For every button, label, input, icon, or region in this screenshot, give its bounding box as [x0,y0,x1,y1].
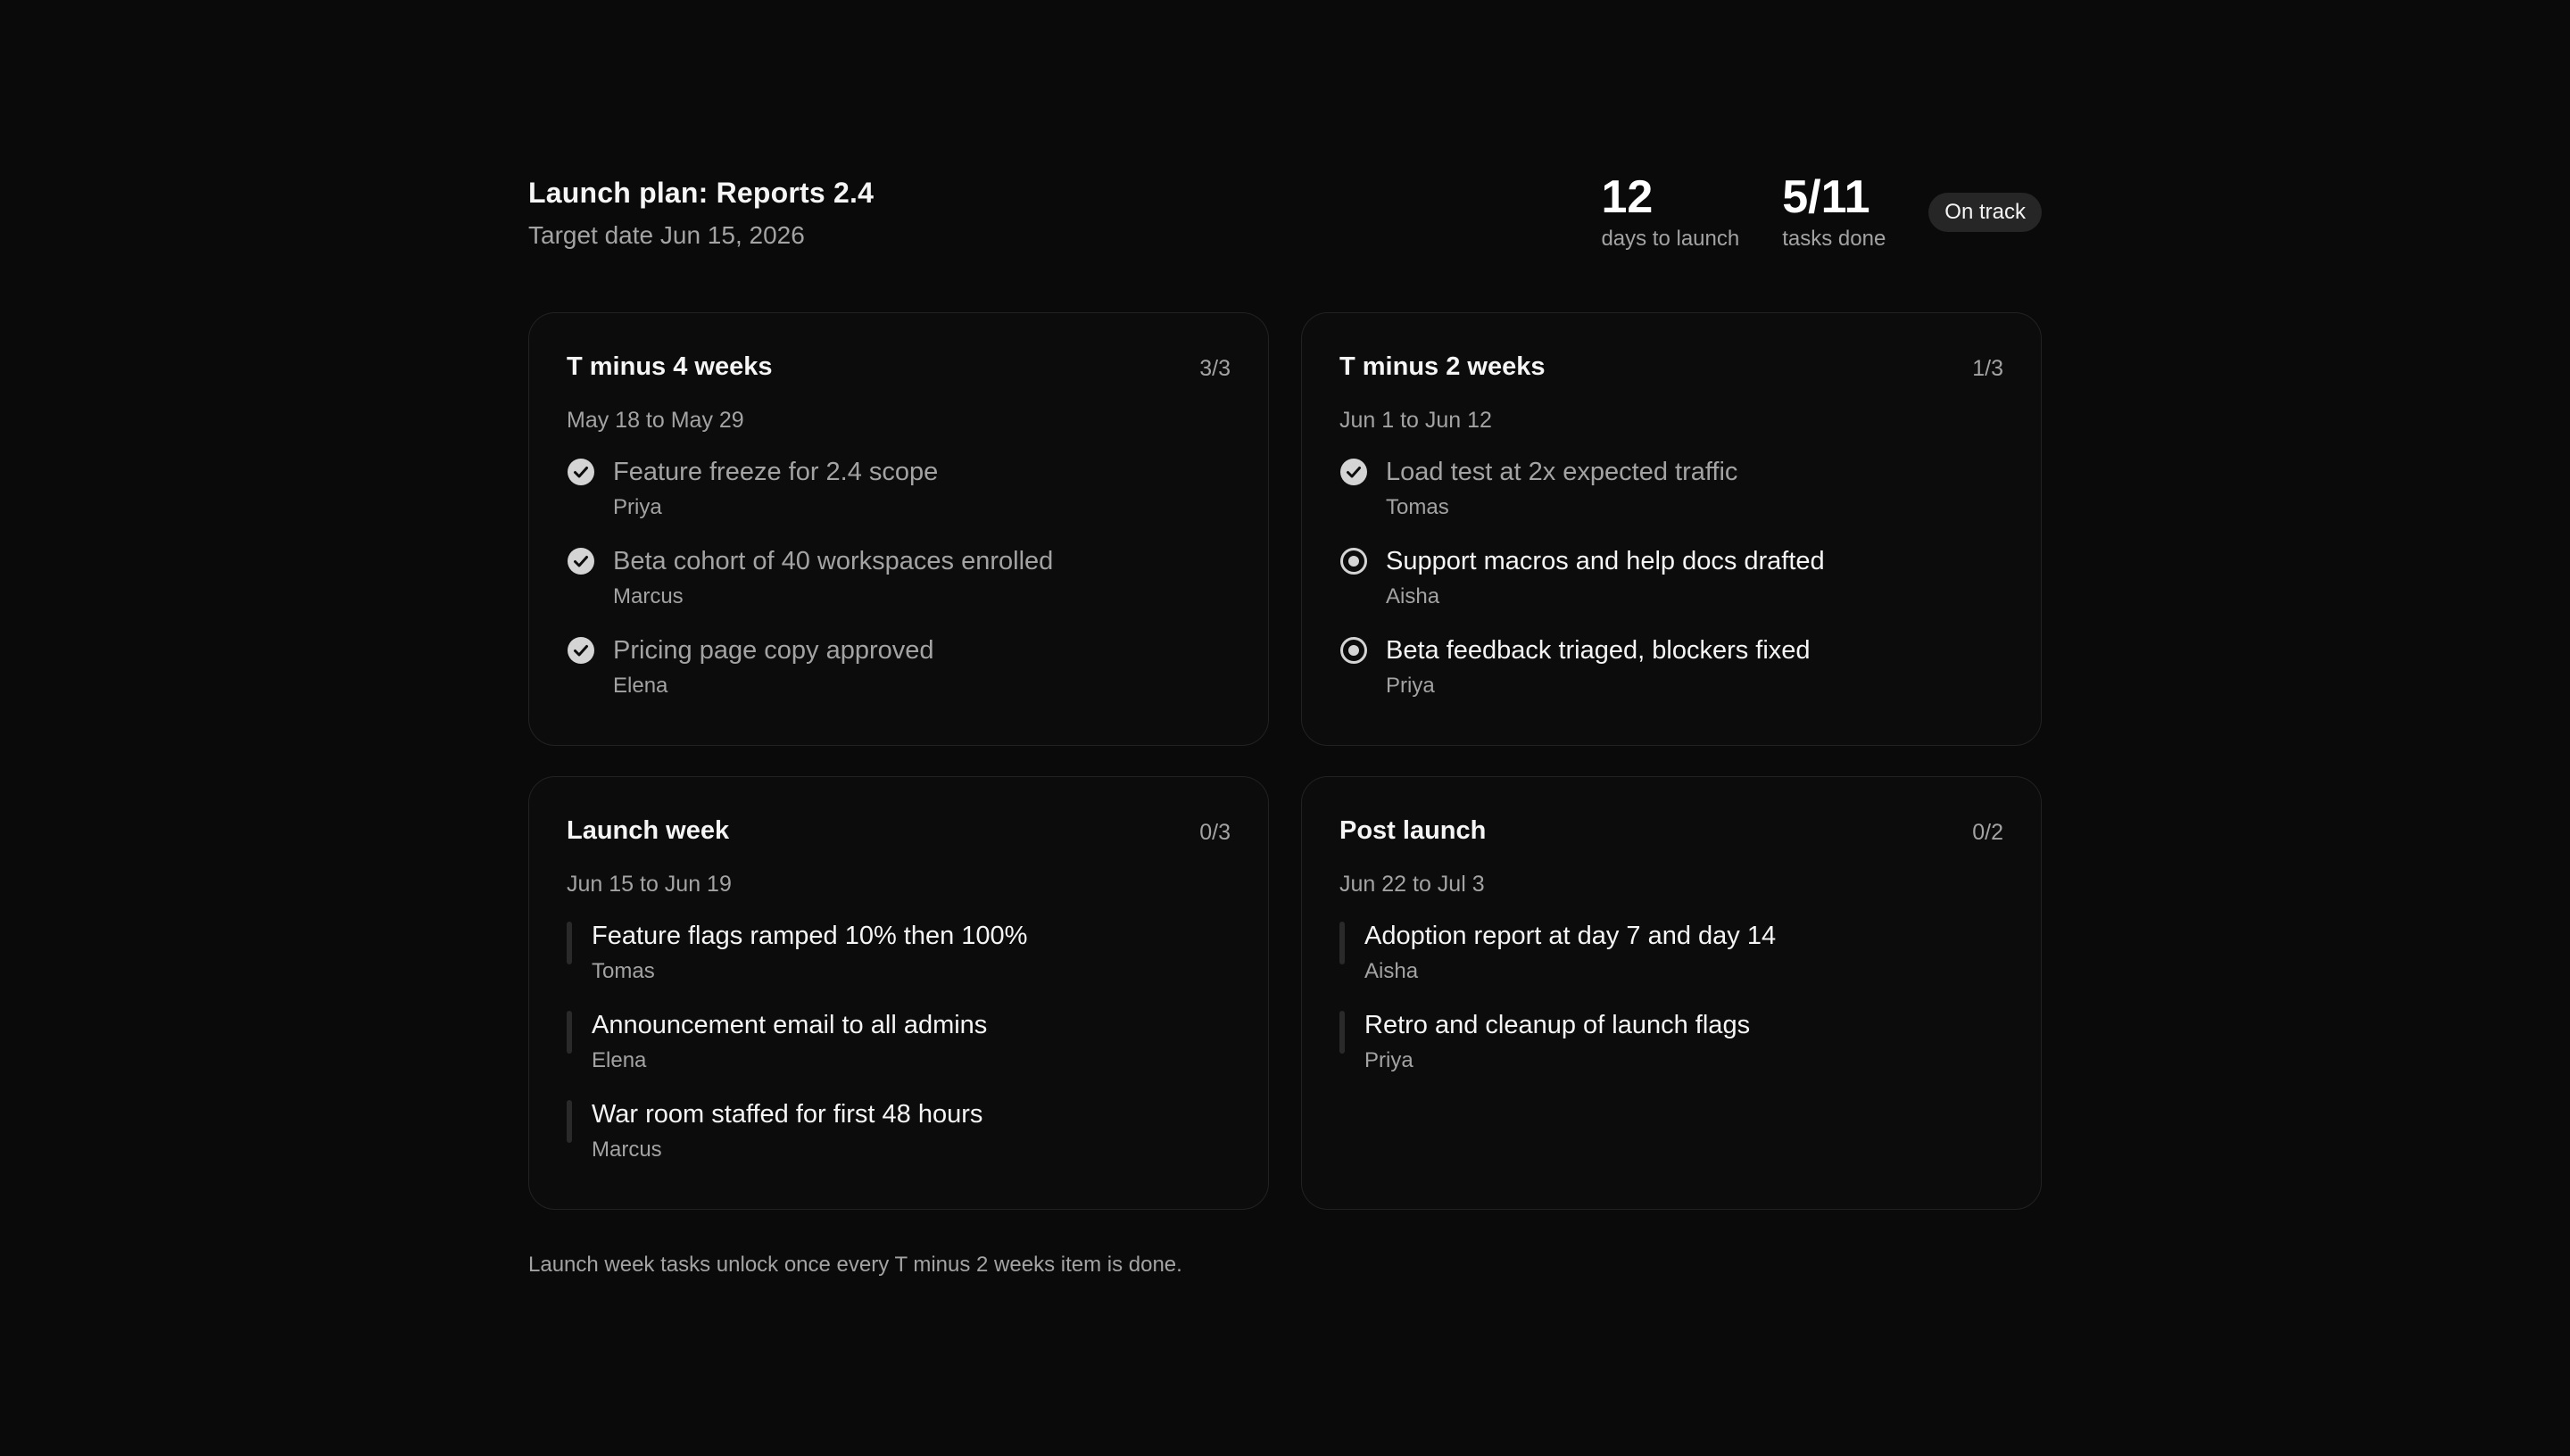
phase-grid: T minus 4 weeks 3/3 May 18 to May 29 Featur… [528,312,2042,1210]
check-circle-icon [568,637,594,664]
phase-progress-count: 0/3 [1199,820,1231,845]
launch-plan-page: Launch plan: Reports 2.4 Target date Jun… [528,170,2042,1278]
phase-date-range: Jun 1 to Jun 12 [1339,408,1492,433]
task-owner: Marcus [613,584,684,608]
task-owner: Elena [592,1048,647,1072]
task-title: Beta feedback triaged, blockers fixed [1386,636,1811,665]
footnote: Launch week tasks unlock once every T mi… [528,1253,1182,1277]
task-owner: Elena [613,674,668,698]
task-owner: Priya [613,495,662,519]
task-title: Support macros and help docs drafted [1386,547,1825,575]
task-list: Load test at 2x expected traffic Tomas Sup… [1339,456,2003,724]
phase-progress-count: 1/3 [1972,356,2003,381]
phase-date-range: Jun 22 to Jul 3 [1339,872,1485,897]
task-list: Feature flags ramped 10% then 100% Tomas A… [567,920,1231,1187]
stat-label: tasks done [1782,227,1886,251]
task-owner: Tomas [592,959,655,983]
check-circle-icon [1340,459,1367,485]
check-circle-icon [568,548,594,575]
phase-title: T minus 2 weeks [1339,352,1546,381]
task-item[interactable]: Beta cohort of 40 workspaces enrolled Mar… [567,545,1231,634]
stat-value: 5/11 [1782,171,1870,223]
task-title: War room staffed for first 48 hours [592,1100,983,1129]
task-title: Retro and cleanup of launch flags [1364,1011,1751,1039]
stat-value: 12 [1601,171,1654,223]
phase-date-range: Jun 15 to Jun 19 [567,872,732,897]
phase-card: Post launch 0/2 Jun 22 to Jul 3 Adoption re… [1301,776,2042,1210]
pending-bar-icon [567,922,572,964]
task-item[interactable]: Feature flags ramped 10% then 100% Tomas [567,920,1231,1009]
stat-label: days to launch [1601,227,1740,251]
phase-card: T minus 4 weeks 3/3 May 18 to May 29 Featur… [528,312,1269,746]
task-owner: Priya [1386,674,1435,698]
task-owner: Tomas [1386,495,1449,519]
phase-title: Post launch [1339,816,1487,845]
phase-date-range: May 18 to May 29 [567,408,744,433]
in-progress-ring-icon [1340,548,1367,575]
task-item[interactable]: War room staffed for first 48 hours Marcu… [567,1098,1231,1187]
phase-progress-count: 0/2 [1972,820,2003,845]
pending-bar-icon [567,1011,572,1054]
pending-bar-icon [567,1100,572,1143]
in-progress-ring-icon [1340,637,1367,664]
phase-card: Launch week 0/3 Jun 15 to Jun 19 Feature fl… [528,776,1269,1210]
task-owner: Priya [1364,1048,1414,1072]
stat-tasks-done: 5/11 tasks done [1782,170,1886,252]
task-list: Feature freeze for 2.4 scope Priya Beta co… [567,456,1231,724]
task-item[interactable]: Retro and cleanup of launch flags Priya [1339,1009,2003,1098]
task-title: Announcement email to all admins [592,1011,988,1039]
task-owner: Aisha [1364,959,1419,983]
task-item[interactable]: Adoption report at day 7 and day 14 Aisha [1339,920,2003,1009]
task-list: Adoption report at day 7 and day 14 Aisha… [1339,920,2003,1098]
task-title: Feature flags ramped 10% then 100% [592,922,1028,950]
header: Launch plan: Reports 2.4 Target date Jun… [528,170,2042,312]
stats-group: 12 days to launch 5/11 tasks done On tra… [1601,170,2042,252]
phase-title: Launch week [567,816,730,845]
pending-bar-icon [1339,922,1345,964]
page-title: Launch plan: Reports 2.4 [528,177,875,209]
phase-title: T minus 4 weeks [567,352,773,381]
stat-days-to-launch: 12 days to launch [1601,170,1739,252]
task-owner: Marcus [592,1138,662,1162]
task-title: Adoption report at day 7 and day 14 [1364,922,1777,950]
phase-progress-count: 3/3 [1199,356,1231,381]
task-title: Load test at 2x expected traffic [1386,458,1738,486]
task-title: Pricing page copy approved [613,636,934,665]
status-badge: On track [1928,193,2042,232]
task-item[interactable]: Feature freeze for 2.4 scope Priya [567,456,1231,545]
phase-card: T minus 2 weeks 1/3 Jun 1 to Jun 12 Load te… [1301,312,2042,746]
task-item[interactable]: Support macros and help docs drafted Aish… [1339,545,2003,634]
task-item[interactable]: Beta feedback triaged, blockers fixed Pri… [1339,634,2003,724]
check-circle-icon [568,459,594,485]
task-item[interactable]: Announcement email to all admins Elena [567,1009,1231,1098]
task-title: Feature freeze for 2.4 scope [613,458,939,486]
task-title: Beta cohort of 40 workspaces enrolled [613,547,1054,575]
task-item[interactable]: Load test at 2x expected traffic Tomas [1339,456,2003,545]
target-date: Target date Jun 15, 2026 [528,221,805,249]
pending-bar-icon [1339,1011,1345,1054]
task-owner: Aisha [1386,584,1440,608]
task-item[interactable]: Pricing page copy approved Elena [567,634,1231,724]
